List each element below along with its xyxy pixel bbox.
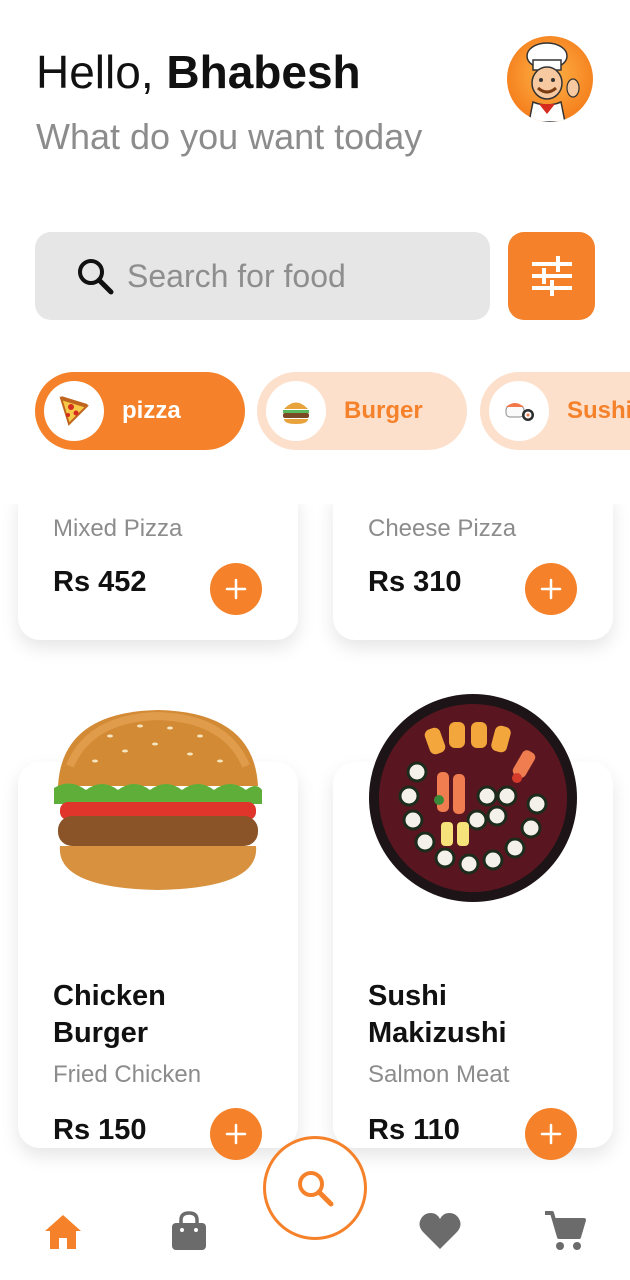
heart-icon xyxy=(419,1213,461,1249)
cart-icon xyxy=(545,1211,586,1250)
food-name-line: Burger xyxy=(53,1017,149,1049)
food-subtitle: Cheese Pizza xyxy=(368,515,517,542)
category-chip-pizza[interactable]: pizza xyxy=(35,372,245,450)
sliders-icon xyxy=(531,256,572,296)
chef-avatar-icon xyxy=(526,42,580,122)
burger-image xyxy=(54,710,262,890)
nav-bag[interactable] xyxy=(166,1208,212,1254)
food-price: Rs 150 xyxy=(53,1114,147,1146)
add-to-cart-button[interactable] xyxy=(525,1108,577,1160)
sushi-icon xyxy=(489,381,549,441)
burger-icon xyxy=(266,381,326,441)
food-card[interactable]: Mixed Pizza Rs 452 xyxy=(18,504,298,640)
category-list: pizza Burger Sushi xyxy=(35,372,630,452)
add-to-cart-button[interactable] xyxy=(210,563,262,615)
pizza-icon xyxy=(44,381,104,441)
category-label: pizza xyxy=(122,397,181,424)
search-bar[interactable] xyxy=(35,232,490,320)
avatar[interactable] xyxy=(507,36,593,122)
add-to-cart-button[interactable] xyxy=(210,1108,262,1160)
category-chip-sushi[interactable]: Sushi xyxy=(480,372,630,450)
food-card[interactable]: Cheese Pizza Rs 310 xyxy=(333,504,613,640)
food-price: Rs 110 xyxy=(368,1114,460,1146)
nav-cart[interactable] xyxy=(542,1208,588,1254)
greeting-text: Hello, xyxy=(36,46,154,98)
filter-button[interactable] xyxy=(508,232,595,320)
food-name: Sushi Makizushi xyxy=(368,978,507,1052)
plus-icon xyxy=(540,1123,562,1145)
plus-icon xyxy=(540,578,562,600)
header: Hello, Bhabesh What do you want today xyxy=(36,44,496,160)
nav-home[interactable] xyxy=(40,1208,86,1254)
food-name: Chicken Burger xyxy=(53,978,166,1052)
shopping-bag-icon xyxy=(172,1211,206,1250)
food-grid: Mixed Pizza Rs 452 Cheese Pizza Rs 310 C… xyxy=(0,504,630,1180)
food-price: Rs 310 xyxy=(368,566,462,598)
category-chip-burger[interactable]: Burger xyxy=(257,372,467,450)
food-name-line: Makizushi xyxy=(368,1017,507,1049)
plus-icon xyxy=(225,1123,247,1145)
category-label: Sushi xyxy=(567,397,630,424)
subtitle: What do you want today xyxy=(36,116,423,157)
search-fab-button[interactable] xyxy=(263,1136,367,1240)
food-price: Rs 452 xyxy=(53,566,147,598)
food-subtitle: Fried Chicken xyxy=(53,1061,202,1088)
home-icon xyxy=(45,1215,81,1249)
food-name-line: Chicken xyxy=(53,980,166,1012)
plus-icon xyxy=(225,578,247,600)
food-subtitle: Salmon Meat xyxy=(368,1061,510,1088)
food-subtitle: Mixed Pizza xyxy=(53,515,183,542)
sushi-platter-image xyxy=(369,694,577,902)
nav-favorites[interactable] xyxy=(417,1208,463,1254)
search-icon xyxy=(78,259,114,295)
user-name: Bhabesh xyxy=(166,46,361,98)
search-icon xyxy=(298,1171,334,1207)
add-to-cart-button[interactable] xyxy=(525,563,577,615)
food-name-line: Sushi xyxy=(368,980,447,1012)
category-label: Burger xyxy=(344,397,423,424)
greeting-line: Hello, Bhabesh xyxy=(36,44,496,100)
search-input[interactable] xyxy=(127,257,457,295)
